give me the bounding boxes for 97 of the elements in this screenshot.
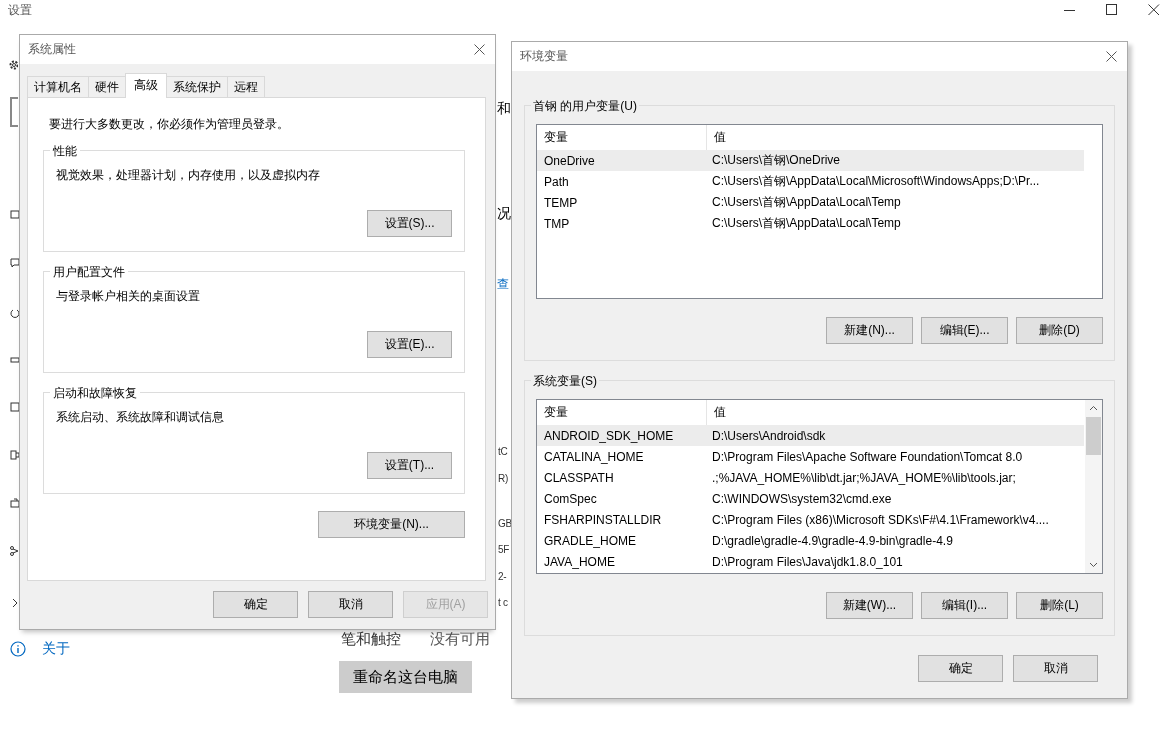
dialog-button[interactable]: 确定 xyxy=(918,655,1003,682)
list-row[interactable]: OneDrive C:\Users\首钢\OneDrive xyxy=(537,150,1084,171)
close-icon[interactable] xyxy=(474,44,485,55)
dialog-button[interactable]: 删除(L) xyxy=(1016,592,1103,619)
list-row[interactable]: CATALINA_HOME D:\Program Files\Apache Software Foundation\Tomcat 8.0 xyxy=(537,446,1084,467)
variable-value: D:\Program Files\Apache Software Foundation\Tomcat 8.0 xyxy=(711,449,1024,464)
variable-name: TMP xyxy=(543,216,571,231)
settings-button[interactable]: 设置(E)... xyxy=(367,331,452,358)
dialog-title: 环境变量 xyxy=(520,48,568,65)
tablet-icon[interactable] xyxy=(10,450,20,460)
variable-name: GRADLE_HOME xyxy=(543,533,638,548)
group-title: 用户配置文件 xyxy=(50,264,128,281)
group-title: 启动和故障恢复 xyxy=(50,385,140,402)
dialog-button[interactable]: 编辑(E)... xyxy=(921,317,1008,344)
dialog-button[interactable]: 确定 xyxy=(213,591,298,618)
list-row[interactable]: GRADLE_HOME D:\gradle\gradle-4.9\gradle-4.9-bin\gradle-4.9 xyxy=(537,530,1084,551)
scroll-thumb[interactable] xyxy=(1086,417,1101,455)
window-icon[interactable] xyxy=(10,402,20,412)
variable-value: C:\Users\首钢\AppData\Local\Temp xyxy=(711,194,902,211)
settings-button[interactable]: 设置(S)... xyxy=(367,210,452,237)
admin-note: 要进行大多数更改，你必须作为管理员登录。 xyxy=(49,116,290,133)
label-text: 笔和触控 xyxy=(341,630,401,649)
power-icon[interactable] xyxy=(10,308,20,318)
variable-name: TEMP xyxy=(543,195,579,210)
close-icon[interactable] xyxy=(1106,51,1117,62)
variable-name: JAVA_HOME xyxy=(543,554,616,569)
scrollbar[interactable] xyxy=(1085,400,1102,573)
info-icon[interactable] xyxy=(10,641,26,657)
variable-name: OneDrive xyxy=(543,153,596,168)
about-link[interactable]: 关于 xyxy=(42,640,70,658)
variable-value: D:\gradle\gradle-4.9\gradle-4.9-bin\gradle-4.9 xyxy=(711,533,954,548)
label-text: 况 xyxy=(497,205,511,222)
description-text: 与登录帐户相关的桌面设置 xyxy=(56,288,201,305)
tab[interactable]: 计算机名 xyxy=(27,76,89,97)
variable-value: D:\Users\Android\sdk xyxy=(711,428,827,443)
variable-value: D:\Program Files\Java\jdk1.8.0_101 xyxy=(711,554,904,569)
dialog-button[interactable]: 编辑(I)... xyxy=(921,592,1008,619)
dialog-button[interactable]: 删除(D) xyxy=(1016,317,1103,344)
column-header[interactable]: 值 xyxy=(707,125,1084,150)
group-title: 性能 xyxy=(50,143,80,160)
window-title: 设置 xyxy=(8,2,32,19)
variable-name: ComSpec xyxy=(543,491,598,506)
link-text[interactable]: 查 xyxy=(497,277,509,292)
dialog-button[interactable]: 取消 xyxy=(1013,655,1098,682)
list-row[interactable]: TMP C:\Users\首钢\AppData\Local\Temp xyxy=(537,213,1084,234)
monitor-icon[interactable] xyxy=(10,210,20,220)
list-row[interactable]: ComSpec C:\WINDOWS\system32\cmd.exe xyxy=(537,488,1084,509)
list-row[interactable]: CLASSPATH .;%JAVA_HOME%\lib\dt.jar;%JAVA_HOME%\lib\tools.jar; xyxy=(537,467,1084,488)
clipboard-icon[interactable] xyxy=(10,498,20,508)
tab[interactable]: 远程 xyxy=(227,76,265,97)
close-icon[interactable] xyxy=(1148,4,1160,16)
label-text: t c xyxy=(498,597,508,609)
variable-name: CLASSPATH xyxy=(543,470,615,485)
variable-name: Path xyxy=(543,174,570,189)
chevron-icon[interactable] xyxy=(10,598,20,608)
message-icon[interactable] xyxy=(10,258,20,268)
group-title: 首钢 的用户变量(U) xyxy=(531,98,639,115)
maximize-icon[interactable] xyxy=(1106,4,1118,16)
variable-value: C:\Users\首钢\OneDrive xyxy=(711,152,842,169)
dialog-button[interactable]: 新建(N)... xyxy=(826,317,913,344)
search-field[interactable] xyxy=(10,97,18,127)
battery-icon[interactable] xyxy=(10,355,20,365)
label-text: GB xyxy=(498,518,512,530)
variable-value: C:\Users\首钢\AppData\Local\Microsoft\WindowsApps;D:\Pr... xyxy=(711,173,1041,190)
share-icon[interactable] xyxy=(10,546,20,556)
column-header[interactable]: 值 xyxy=(707,400,1084,425)
description-text: 视觉效果，处理器计划，内存使用，以及虚拟内存 xyxy=(56,167,321,184)
scroll-down-icon[interactable] xyxy=(1089,562,1098,568)
label-text: 5F xyxy=(498,544,510,556)
variable-name: CATALINA_HOME xyxy=(543,449,645,464)
list-row[interactable]: Path C:\Users\首钢\AppData\Local\Microsoft\WindowsApps;D:\Pr... xyxy=(537,171,1084,192)
settings-button[interactable]: 设置(T)... xyxy=(367,452,452,479)
label-text: tC xyxy=(498,446,508,458)
variable-name: FSHARPINSTALLDIR xyxy=(543,512,663,527)
variable-value: C:\Users\首钢\AppData\Local\Temp xyxy=(711,215,902,232)
rename-button[interactable]: 重命名这台电脑 xyxy=(339,661,472,693)
list-row[interactable]: ANDROID_SDK_HOME D:\Users\Android\sdk xyxy=(537,425,1084,446)
scroll-up-icon[interactable] xyxy=(1089,405,1098,411)
gear-icon[interactable] xyxy=(8,58,18,72)
tab[interactable]: 高级 xyxy=(125,73,167,98)
label-text: 2- xyxy=(498,571,507,583)
environment-variables-button[interactable]: 环境变量(N)... xyxy=(318,511,465,538)
variable-value: .;%JAVA_HOME%\lib\dt.jar;%JAVA_HOME%\lib\tools.jar; xyxy=(711,470,1017,485)
list-row[interactable]: TEMP C:\Users\首钢\AppData\Local\Temp xyxy=(537,192,1084,213)
dialog-button[interactable]: 取消 xyxy=(308,591,393,618)
variable-value: C:\WINDOWS\system32\cmd.exe xyxy=(711,491,893,506)
dialog-button[interactable]: 新建(W)... xyxy=(826,592,913,619)
label-text: R) xyxy=(498,473,508,485)
label-text: 和 xyxy=(497,100,511,117)
group-title: 系统变量(S) xyxy=(531,373,599,390)
description-text: 系统启动、系统故障和调试信息 xyxy=(56,409,225,426)
variable-name: ANDROID_SDK_HOME xyxy=(543,428,675,443)
list-row[interactable]: FSHARPINSTALLDIR C:\Program Files (x86)\Microsoft SDKs\F#\4.1\Framework\v4.... xyxy=(537,509,1084,530)
variable-value: C:\Program Files (x86)\Microsoft SDKs\F#\4.1\Framework\v4.... xyxy=(711,512,1050,527)
list-row[interactable]: JAVA_HOME D:\Program Files\Java\jdk1.8.0_101 xyxy=(537,551,1084,572)
dialog-title: 系统属性 xyxy=(28,41,76,58)
value-text: 没有可用 xyxy=(430,630,490,649)
